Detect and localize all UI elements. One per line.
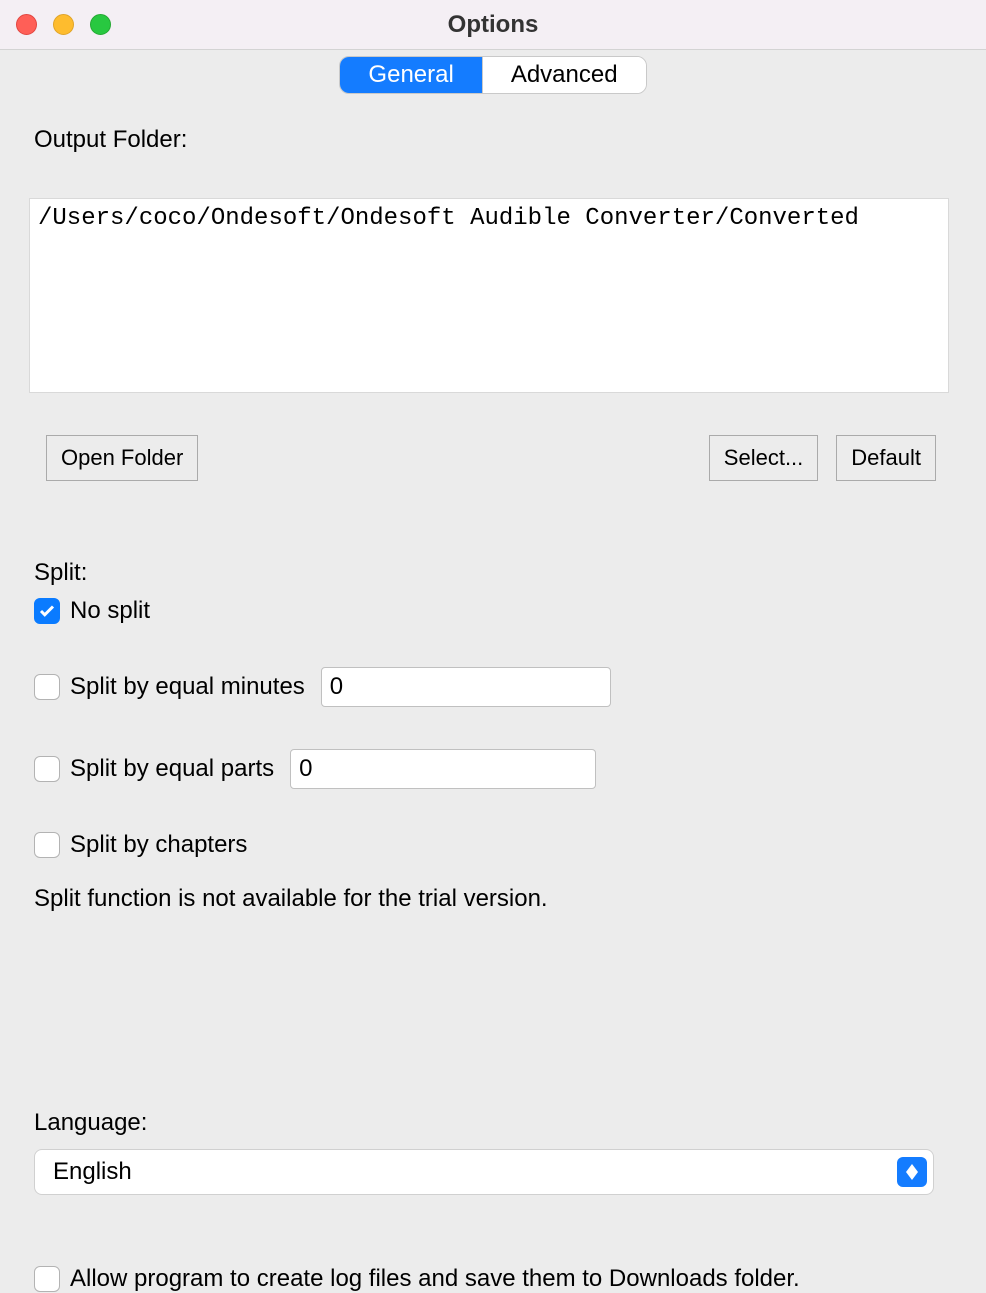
language-section: Language: English [34, 1109, 952, 1195]
language-select[interactable]: English [34, 1149, 934, 1195]
output-folder-label: Output Folder: [34, 126, 952, 154]
split-trial-note: Split function is not available for the … [34, 885, 952, 913]
output-folder-path[interactable] [29, 198, 949, 393]
language-value: English [53, 1158, 132, 1186]
titlebar: Options [0, 0, 986, 50]
split-label: Split: [34, 559, 952, 587]
no-split-row: No split [34, 597, 952, 625]
window-title: Options [0, 11, 986, 39]
log-checkbox[interactable] [34, 1266, 60, 1292]
log-label: Allow program to create log files and sa… [70, 1265, 800, 1293]
tab-advanced[interactable]: Advanced [482, 57, 646, 93]
split-chapters-label: Split by chapters [70, 831, 247, 859]
tabs: General Advanced [0, 50, 986, 104]
updown-icon [897, 1157, 927, 1187]
split-minutes-label: Split by equal minutes [70, 673, 305, 701]
split-parts-label: Split by equal parts [70, 755, 274, 783]
tab-general[interactable]: General [340, 57, 481, 93]
close-icon[interactable] [16, 14, 37, 35]
tab-segmented-control: General Advanced [339, 56, 646, 94]
minimize-icon[interactable] [53, 14, 74, 35]
split-parts-checkbox[interactable] [34, 756, 60, 782]
split-chapters-checkbox[interactable] [34, 832, 60, 858]
split-parts-row: Split by equal parts [34, 749, 952, 789]
log-row: Allow program to create log files and sa… [34, 1265, 952, 1293]
checkmark-icon [38, 602, 56, 620]
content: Output Folder: Open Folder Select... Def… [0, 104, 986, 1293]
split-chapters-row: Split by chapters [34, 831, 952, 859]
select-button[interactable]: Select... [709, 435, 818, 481]
output-button-row: Open Folder Select... Default [34, 435, 952, 481]
default-button[interactable]: Default [836, 435, 936, 481]
traffic-lights [16, 14, 111, 35]
split-section: Split: No split Split by equal minutes S… [34, 559, 952, 913]
split-minutes-input[interactable] [321, 667, 611, 707]
split-parts-input[interactable] [290, 749, 596, 789]
split-minutes-checkbox[interactable] [34, 674, 60, 700]
language-label: Language: [34, 1109, 952, 1137]
maximize-icon[interactable] [90, 14, 111, 35]
open-folder-button[interactable]: Open Folder [46, 435, 198, 481]
no-split-label: No split [70, 597, 150, 625]
no-split-checkbox[interactable] [34, 598, 60, 624]
split-minutes-row: Split by equal minutes [34, 667, 952, 707]
